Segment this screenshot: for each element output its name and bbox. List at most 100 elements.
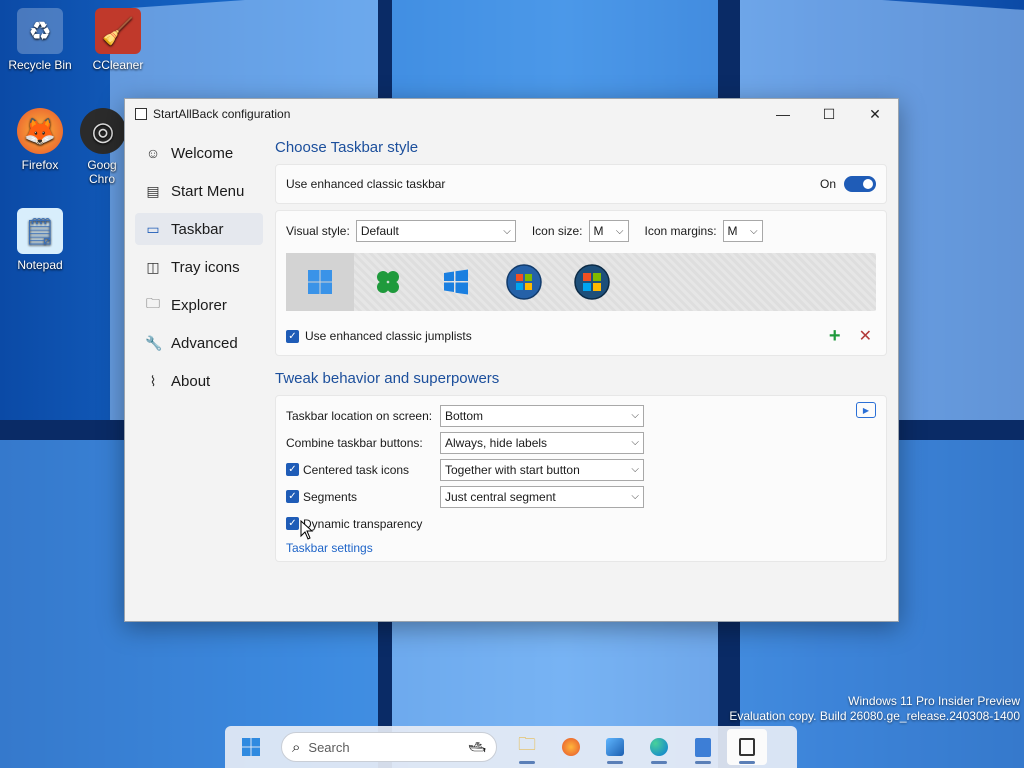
windows11-style-icon — [308, 270, 332, 294]
sidebar-item-about[interactable]: ⌇ About — [135, 365, 263, 397]
play-icon: ▶ — [862, 405, 870, 415]
sidebar-item-advanced[interactable]: 🔧 Advanced — [135, 327, 263, 359]
segments-value: Just central segment — [445, 489, 556, 504]
style-tile-windows10[interactable] — [422, 253, 490, 311]
recycle-bin-icon: ♻ — [17, 8, 63, 54]
checkbox-checked-icon[interactable]: ✓ — [286, 329, 299, 343]
taskbar-settings-link[interactable]: Taskbar settings — [286, 541, 876, 555]
section-title-taskbar-style: Choose Taskbar style — [275, 139, 419, 156]
notepad-icon — [695, 737, 711, 757]
windows7-orb-icon — [506, 264, 542, 300]
icon-size-label: Icon size: — [531, 224, 583, 238]
style-tile-clover[interactable] — [354, 253, 422, 311]
edge-button[interactable] — [639, 729, 679, 765]
startallback-button[interactable] — [727, 729, 767, 765]
icon-size-select[interactable]: M ⌵ — [588, 220, 629, 242]
sidebar-item-welcome[interactable]: ☺ Welcome — [135, 137, 263, 169]
sidebar-item-tray-icons[interactable]: ◫ Tray icons — [135, 251, 263, 283]
notepad-button[interactable] — [683, 729, 723, 765]
desktop-icon-label: Notepad — [17, 258, 63, 272]
checkbox-checked-icon[interactable]: ✓ — [286, 517, 299, 530]
main-content: Choose Taskbar style Use enhanced classi… — [275, 135, 887, 562]
watermark-line: Windows 11 Pro Insider Preview — [848, 694, 1020, 708]
enhanced-taskbar-toggle[interactable] — [844, 176, 876, 192]
sidebar: ☺ Welcome ▤ Start Menu ▭ Taskbar ◫ Tray … — [135, 137, 263, 403]
desktop-icon-firefox[interactable]: 🦊 Firefox — [2, 108, 78, 172]
desktop-icon-notepad[interactable]: 🗒 Notepad — [2, 208, 78, 272]
desktop-icon-label: CCleaner — [92, 58, 144, 72]
firefox-button[interactable] — [551, 729, 591, 765]
search-placeholder: Search — [308, 739, 350, 755]
maximize-button[interactable]: ☐ — [806, 99, 852, 129]
centered-checkbox-group[interactable]: ✓ Centered task icons — [286, 463, 440, 477]
centered-select[interactable]: Together with start button ⌵ — [440, 458, 644, 481]
segments-row: ✓ Segments Just central segment ⌵ — [286, 483, 876, 510]
icon-margins-select[interactable]: M ⌵ — [722, 220, 763, 242]
close-button[interactable]: ✕ — [852, 99, 898, 129]
visual-style-value: Default — [360, 224, 399, 238]
sidebar-item-label: Tray icons — [171, 258, 240, 276]
start-button[interactable] — [231, 729, 271, 765]
combine-select[interactable]: Always, hide labels ⌵ — [440, 431, 644, 454]
segments-label: Segments — [303, 489, 358, 504]
desktop-icon-chrome[interactable]: ◎ Goog Chro — [80, 108, 124, 186]
watermark-line: Evaluation copy. Build 26080.ge_release.… — [729, 709, 1020, 723]
section-title-behavior: Tweak behavior and superpowers — [275, 370, 500, 387]
style-tile-vista[interactable] — [558, 253, 626, 311]
jumplists-checkbox-group[interactable]: ✓ Use enhanced classic jumplists — [286, 329, 472, 343]
enhanced-taskbar-row: Use enhanced classic taskbar On — [275, 164, 887, 204]
chevron-down-icon: ⌵ — [631, 464, 639, 475]
checkbox-checked-icon[interactable]: ✓ — [286, 490, 299, 503]
sidebar-item-start-menu[interactable]: ▤ Start Menu — [135, 175, 263, 207]
location-value: Bottom — [445, 408, 484, 423]
remove-icon[interactable]: ✕ — [859, 326, 872, 346]
chevron-down-icon: ⌵ — [749, 225, 758, 237]
startallback-icon — [739, 738, 755, 756]
centered-row: ✓ Centered task icons Together with star… — [286, 456, 876, 483]
sidebar-item-taskbar[interactable]: ▭ Taskbar — [135, 213, 263, 245]
add-icon[interactable]: + — [829, 325, 841, 348]
desktop-icon-recycle-bin[interactable]: ♻ Recycle Bin — [2, 8, 78, 72]
jumplists-row: ✓ Use enhanced classic jumplists + ✕ — [286, 325, 876, 347]
photos-icon — [606, 738, 624, 756]
segments-select[interactable]: Just central segment ⌵ — [440, 485, 644, 508]
toggle-state-label: On — [819, 177, 836, 191]
style-tile-windows11[interactable] — [286, 253, 354, 311]
style-tile-windows7[interactable] — [490, 253, 558, 311]
sidebar-item-label: Taskbar — [171, 220, 224, 238]
checkbox-checked-icon[interactable]: ✓ — [286, 463, 299, 476]
location-select[interactable]: Bottom ⌵ — [440, 404, 644, 427]
icon-margins-label: Icon margins: — [644, 224, 717, 238]
location-row: Taskbar location on screen: Bottom ⌵ — [286, 402, 876, 429]
search-icon: ⌕ — [292, 738, 301, 756]
photos-button[interactable] — [595, 729, 635, 765]
title-bar[interactable]: StartAllBack configuration — ☐ ✕ — [125, 99, 898, 129]
start-menu-icon: ▤ — [146, 182, 160, 199]
minimize-button[interactable]: — — [760, 99, 806, 129]
edge-icon — [650, 738, 668, 756]
wrench-icon: 🔧 — [145, 334, 163, 351]
taskbar-search[interactable]: ⌕ Search 🛥 — [281, 732, 497, 762]
chevron-down-icon: ⌵ — [615, 225, 624, 237]
file-explorer-icon: 🗀 — [518, 734, 536, 754]
file-explorer-button[interactable]: 🗀 — [507, 729, 547, 765]
sidebar-item-explorer[interactable]: 🗀 Explorer — [135, 289, 263, 321]
centered-label: Centered task icons — [303, 462, 410, 477]
enhanced-taskbar-label: Use enhanced classic taskbar — [286, 177, 446, 191]
visual-style-card: Visual style: Default ⌵ Icon size: M ⌵ I… — [275, 210, 887, 356]
desktop-icon-ccleaner[interactable]: 🧹 CCleaner — [80, 8, 156, 72]
clover-style-icon — [377, 271, 399, 293]
build-watermark: Windows 11 Pro Insider Preview Evaluatio… — [729, 694, 1020, 724]
window-title: StartAllBack configuration — [153, 107, 291, 121]
windows10-style-icon — [444, 269, 468, 295]
combine-row: Combine taskbar buttons: Always, hide la… — [286, 429, 876, 456]
sidebar-item-label: Explorer — [171, 296, 227, 314]
combine-label: Combine taskbar buttons: — [286, 435, 423, 450]
segments-checkbox-group[interactable]: ✓ Segments — [286, 490, 440, 504]
visual-style-select[interactable]: Default ⌵ — [355, 220, 516, 242]
minimize-icon: — — [776, 106, 790, 122]
search-highlight-icon: 🛥 — [468, 738, 486, 755]
play-video-button[interactable]: ▶ — [856, 402, 876, 418]
taskbar-icon: ▭ — [146, 220, 160, 237]
mouse-cursor-icon — [300, 520, 314, 540]
